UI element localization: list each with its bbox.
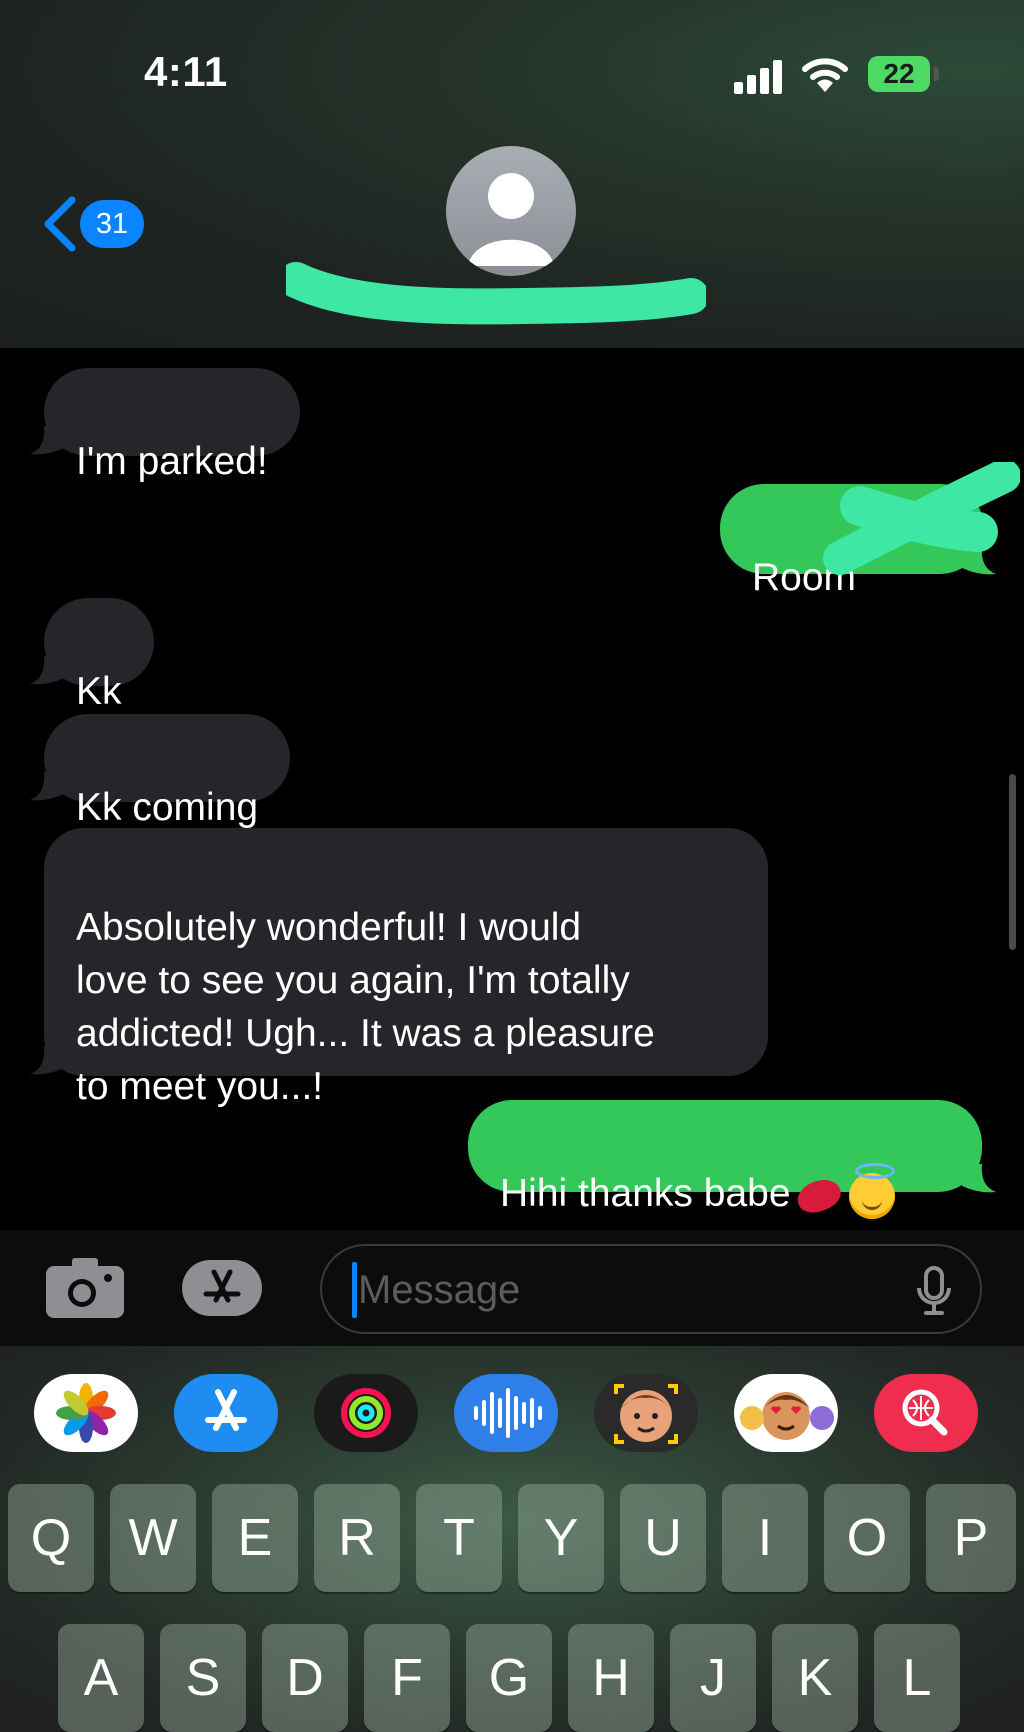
smiling-face-with-halo-icon xyxy=(848,1162,895,1219)
battery-nub xyxy=(934,67,939,81)
app-store-icon[interactable] xyxy=(180,1256,280,1320)
key-y[interactable]: Y xyxy=(518,1484,604,1592)
battery-level: 22 xyxy=(868,56,930,92)
message-text: Kk coming xyxy=(76,786,259,829)
camera-icon[interactable] xyxy=(44,1256,126,1320)
message-bubble-received[interactable]: Absolutely wonderful! I would love to se… xyxy=(44,828,768,1108)
memoji-stickers-icon[interactable] xyxy=(594,1374,698,1452)
bubble-tail xyxy=(30,656,64,685)
key-k[interactable]: K xyxy=(772,1624,858,1732)
person-silhouette-icon xyxy=(468,173,554,266)
contact-avatar[interactable] xyxy=(446,146,576,276)
back-chevron-icon[interactable] xyxy=(42,196,78,252)
message-bubble-received[interactable]: Kk coming xyxy=(44,714,291,829)
message-text: I'm parked! xyxy=(76,440,268,483)
images-search-icon[interactable] xyxy=(874,1374,978,1452)
key-h[interactable]: H xyxy=(568,1624,654,1732)
message-text: Kk xyxy=(76,670,122,713)
key-g[interactable]: G xyxy=(466,1624,552,1732)
key-j[interactable]: J xyxy=(670,1624,756,1732)
activity-icon[interactable] xyxy=(314,1374,418,1452)
key-d[interactable]: D xyxy=(262,1624,348,1732)
key-u[interactable]: U xyxy=(620,1484,706,1592)
key-i[interactable]: I xyxy=(722,1484,808,1592)
message-placeholder: Message xyxy=(358,1268,521,1312)
app-store-icon[interactable] xyxy=(174,1374,278,1452)
key-o[interactable]: O xyxy=(824,1484,910,1592)
key-s[interactable]: S xyxy=(160,1624,246,1732)
wifi-icon xyxy=(802,58,848,92)
key-p[interactable]: P xyxy=(926,1484,1016,1592)
key-q[interactable]: Q xyxy=(8,1484,94,1592)
bubble-tail xyxy=(962,1164,996,1193)
status-time: 4:11 xyxy=(144,48,228,95)
key-t[interactable]: T xyxy=(416,1484,502,1592)
message-text: Absolutely wonderful! I would love to se… xyxy=(76,906,655,1108)
audio-message-icon[interactable] xyxy=(454,1374,558,1452)
name-redaction-mark xyxy=(286,262,706,325)
animoji-icon[interactable] xyxy=(734,1374,838,1452)
text-redaction-mark xyxy=(823,462,1020,575)
message-bubble-sent[interactable]: Hihi thanks babe xyxy=(468,1100,982,1219)
key-l[interactable]: L xyxy=(874,1624,960,1732)
photos-icon[interactable] xyxy=(34,1374,138,1452)
text-caret xyxy=(352,1262,357,1318)
key-e[interactable]: E xyxy=(212,1484,298,1592)
kiss-mark-icon xyxy=(792,1174,845,1218)
bubble-tail xyxy=(30,1046,64,1075)
key-a[interactable]: A xyxy=(58,1624,144,1732)
key-f[interactable]: F xyxy=(364,1624,450,1732)
key-r[interactable]: R xyxy=(314,1484,400,1592)
message-text: Hihi thanks babe xyxy=(500,1172,791,1215)
scroll-indicator[interactable] xyxy=(1009,774,1016,950)
cellular-signal-icon xyxy=(734,60,786,94)
bubble-tail xyxy=(30,426,64,455)
microphone-icon[interactable] xyxy=(916,1266,952,1316)
bubble-tail xyxy=(30,772,64,801)
message-bubble-received[interactable]: I'm parked! xyxy=(44,368,300,483)
back-unread-badge[interactable]: 31 xyxy=(80,200,144,248)
key-w[interactable]: W xyxy=(110,1484,196,1592)
